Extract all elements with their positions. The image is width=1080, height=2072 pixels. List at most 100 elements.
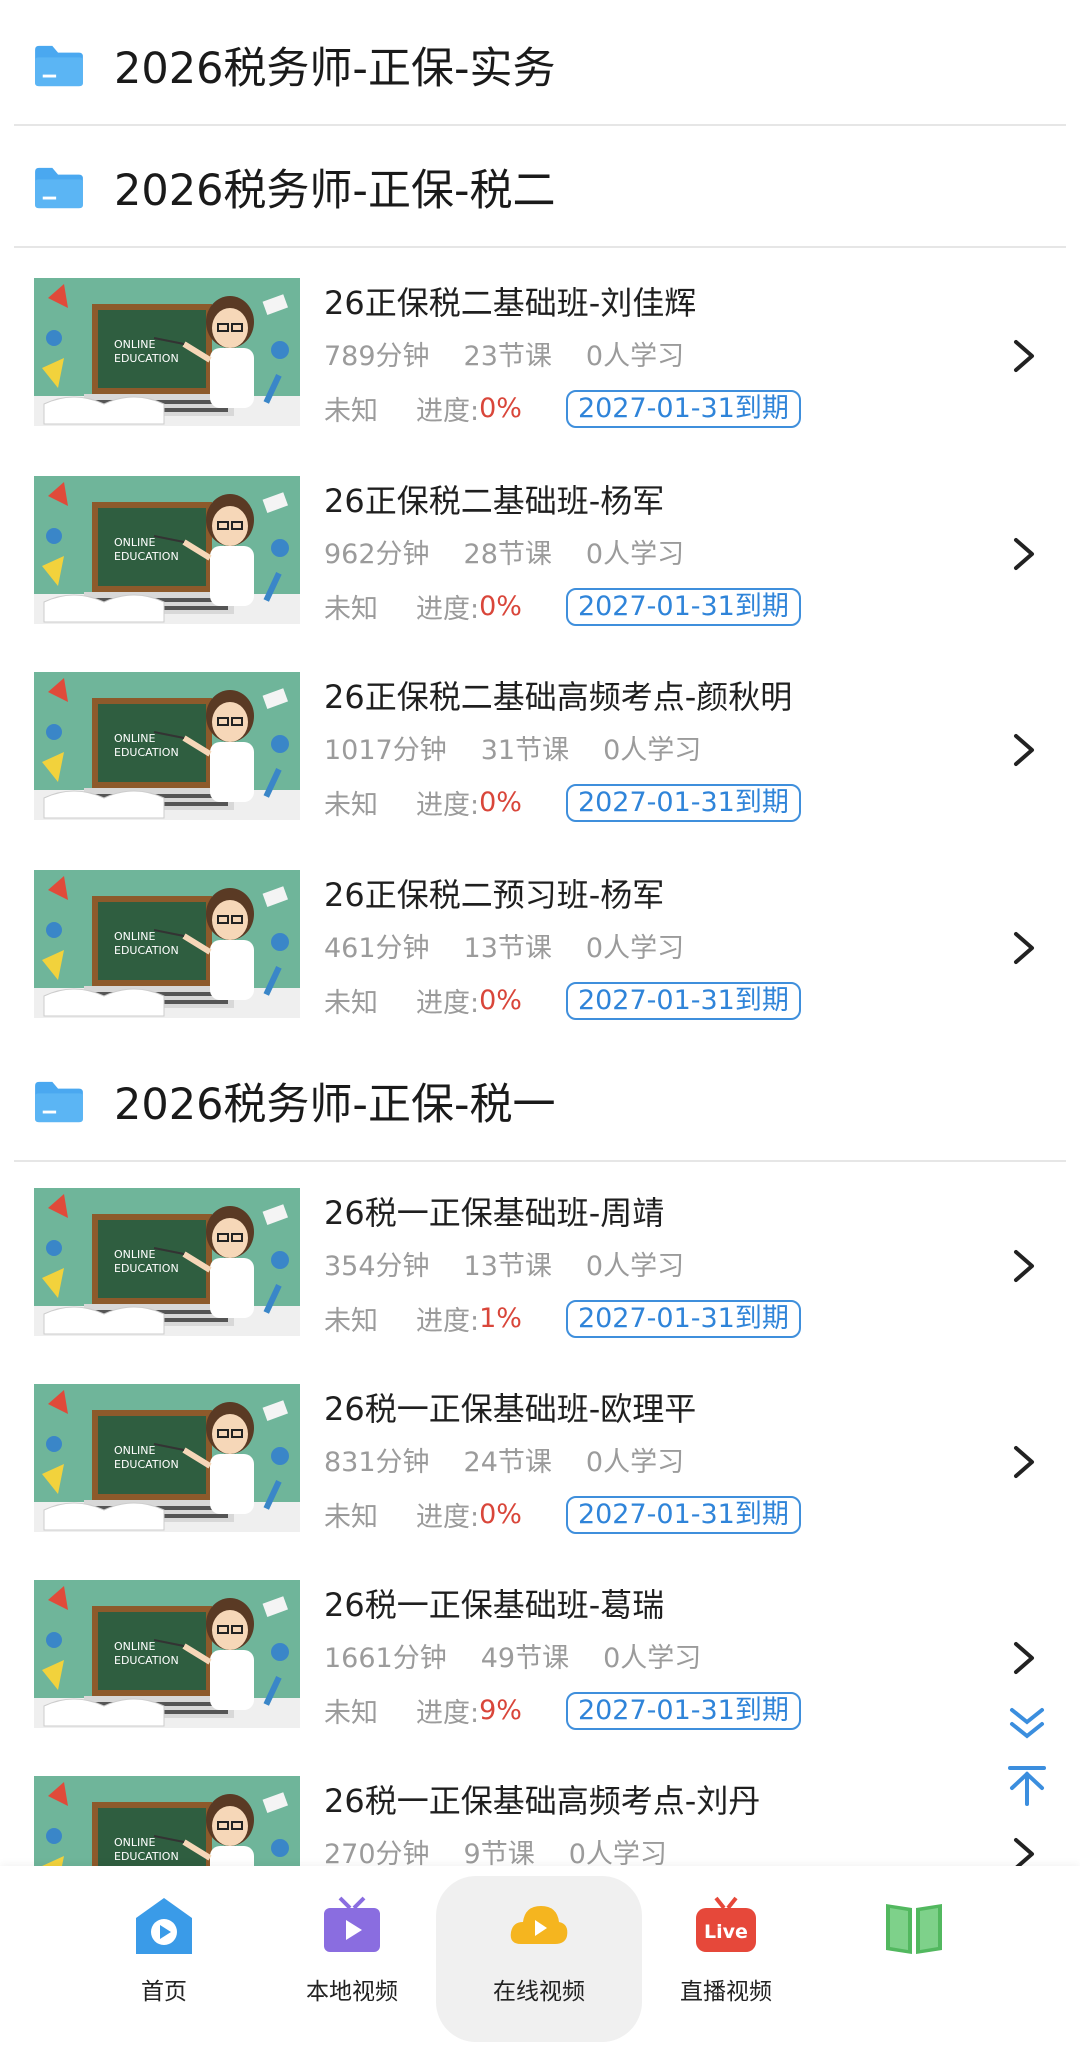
local-video-icon (324, 1896, 380, 1952)
expiry-badge: 2027-01-31到期 (565, 389, 801, 428)
course-meta: 1017分钟 31节课 0人学习 (324, 728, 701, 767)
svg-text:ONLINE: ONLINE (114, 338, 155, 351)
course-minutes: 962分钟 (324, 539, 430, 570)
tab-label: 直播视频 (680, 1979, 772, 2005)
course-item[interactable]: ONLINE EDUCATION 26正保税二基础班-杨军 962分钟 28节课… (0, 476, 1080, 646)
course-minutes: 461分钟 (324, 933, 430, 964)
expiry-badge: 2027-01-31到期 (565, 1691, 801, 1730)
course-title: 26税一正保基础班-葛瑞 (324, 1586, 665, 1624)
tab-label: 在线视频 (493, 1979, 585, 2005)
svg-text:EDUCATION: EDUCATION (114, 746, 179, 759)
course-status: 未知 进度: 0% 2027-01-31到期 (324, 1495, 801, 1534)
folder-row[interactable]: 2026税务师-正保-实务 (14, 4, 1066, 126)
folder-row[interactable]: 2026税务师-正保-税一 (14, 1040, 1066, 1162)
course-meta: 354分钟 13节课 0人学习 (324, 1244, 684, 1283)
chevron-right-icon[interactable] (1012, 732, 1038, 768)
course-thumbnail: ONLINE EDUCATION (34, 1188, 300, 1336)
course-meta: 831分钟 24节课 0人学习 (324, 1440, 684, 1479)
course-learners: 0人学习 (603, 735, 702, 766)
scroll-down-icon[interactable] (1006, 1700, 1048, 1742)
course-thumbnail: ONLINE EDUCATION (34, 1580, 300, 1728)
tab-label: 本地视频 (306, 1979, 398, 2005)
course-status-text: 未知 (324, 790, 378, 821)
progress-label: 进度: (416, 1698, 480, 1729)
expiry-badge: 2027-01-31到期 (565, 981, 801, 1020)
course-status-text: 未知 (324, 1502, 378, 1533)
tab-home[interactable]: 首页 (84, 1894, 244, 2005)
tab-online-video[interactable]: 在线视频 (459, 1894, 619, 2005)
progress-value: 9% (479, 1695, 522, 1726)
course-minutes: 831分钟 (324, 1447, 430, 1478)
course-title: 26税一正保基础班-周靖 (324, 1194, 665, 1232)
svg-text:EDUCATION: EDUCATION (114, 944, 179, 957)
course-minutes: 1661分钟 (324, 1643, 447, 1674)
course-title: 26正保税二基础班-刘佳辉 (324, 284, 697, 322)
course-learners: 0人学习 (585, 933, 685, 964)
course-title: 26税一正保基础班-欧理平 (324, 1390, 697, 1428)
chevron-right-icon[interactable] (1012, 1640, 1038, 1676)
svg-text:ONLINE: ONLINE (114, 1640, 155, 1653)
progress-value: 0% (479, 787, 522, 818)
book-icon (886, 1904, 942, 1954)
tab-book[interactable] (834, 1894, 994, 2004)
progress-value: 0% (479, 1499, 522, 1530)
chevron-right-icon[interactable] (1012, 930, 1038, 966)
svg-text:EDUCATION: EDUCATION (114, 1850, 179, 1863)
live-tv-icon: Live (696, 1896, 756, 1952)
scroll-top-icon[interactable] (1006, 1764, 1048, 1806)
progress-value: 1% (479, 1303, 522, 1334)
course-minutes: 354分钟 (324, 1251, 430, 1282)
expiry-badge: 2027-01-31到期 (565, 1299, 801, 1338)
course-title: 26正保税二预习班-杨军 (324, 876, 665, 914)
course-item[interactable]: ONLINE EDUCATION 26税一正保基础班-周靖 354分钟 13节课… (0, 1188, 1080, 1358)
course-learners: 0人学习 (585, 1251, 685, 1282)
progress-value: 0% (479, 591, 522, 622)
course-item[interactable]: ONLINE EDUCATION 26正保税二基础高频考点-颜秋明 1017分钟… (0, 672, 1080, 842)
svg-text:Live: Live (704, 1921, 748, 1943)
course-learners: 0人学习 (603, 1643, 702, 1674)
chevron-right-icon[interactable] (1012, 338, 1038, 374)
course-status-text: 未知 (324, 396, 378, 427)
course-status: 未知 进度: 0% 2027-01-31到期 (324, 389, 801, 428)
course-item[interactable]: ONLINE EDUCATION 26正保税二基础班-刘佳辉 789分钟 23节… (0, 278, 1080, 448)
course-item[interactable]: ONLINE EDUCATION 26税一正保基础班-欧理平 831分钟 24节… (0, 1384, 1080, 1554)
folder-title: 2026税务师-正保-实务 (114, 44, 556, 94)
chevron-right-icon[interactable] (1012, 536, 1038, 572)
course-status-text: 未知 (324, 1698, 378, 1729)
course-thumbnail: ONLINE EDUCATION (34, 278, 300, 426)
tab-live-video[interactable]: Live 直播视频 (646, 1894, 806, 2005)
course-meta: 789分钟 23节课 0人学习 (324, 334, 684, 373)
course-item[interactable]: ONLINE EDUCATION 26税一正保基础班-葛瑞 1661分钟 49节… (0, 1580, 1080, 1750)
course-learners: 0人学习 (585, 539, 685, 570)
chevron-right-icon[interactable] (1012, 1248, 1038, 1284)
svg-text:ONLINE: ONLINE (114, 732, 155, 745)
course-learners: 0人学习 (585, 1447, 685, 1478)
course-status: 未知 进度: 0% 2027-01-31到期 (324, 981, 801, 1020)
course-lessons: 24节课 (463, 1447, 552, 1478)
course-learners: 0人学习 (585, 341, 685, 372)
course-status: 未知 进度: 0% 2027-01-31到期 (324, 587, 801, 626)
folder-icon (35, 1081, 83, 1123)
course-status-text: 未知 (324, 988, 378, 1019)
chevron-right-icon[interactable] (1012, 1444, 1038, 1480)
folder-row[interactable]: 2026税务师-正保-税二 (14, 126, 1066, 248)
course-title: 26税一正保基础高频考点-刘丹 (324, 1782, 761, 1820)
folder-title: 2026税务师-正保-税二 (114, 166, 556, 216)
progress-label: 进度: (416, 1502, 480, 1533)
tab-local-video[interactable]: 本地视频 (272, 1894, 432, 2005)
course-lessons: 13节课 (463, 1251, 552, 1282)
course-title: 26正保税二基础班-杨军 (324, 482, 665, 520)
progress-label: 进度: (416, 1306, 480, 1337)
course-status-text: 未知 (324, 1306, 378, 1337)
folder-icon (35, 167, 83, 209)
svg-text:ONLINE: ONLINE (114, 1248, 155, 1261)
expiry-badge: 2027-01-31到期 (565, 783, 801, 822)
course-meta: 1661分钟 49节课 0人学习 (324, 1636, 701, 1675)
progress-value: 0% (479, 985, 522, 1016)
progress-label: 进度: (416, 988, 480, 1019)
course-status-text: 未知 (324, 594, 378, 625)
course-item[interactable]: ONLINE EDUCATION 26正保税二预习班-杨军 461分钟 13节课… (0, 870, 1080, 1040)
svg-text:ONLINE: ONLINE (114, 536, 155, 549)
course-minutes: 1017分钟 (324, 735, 447, 766)
course-thumbnail: ONLINE EDUCATION (34, 476, 300, 624)
